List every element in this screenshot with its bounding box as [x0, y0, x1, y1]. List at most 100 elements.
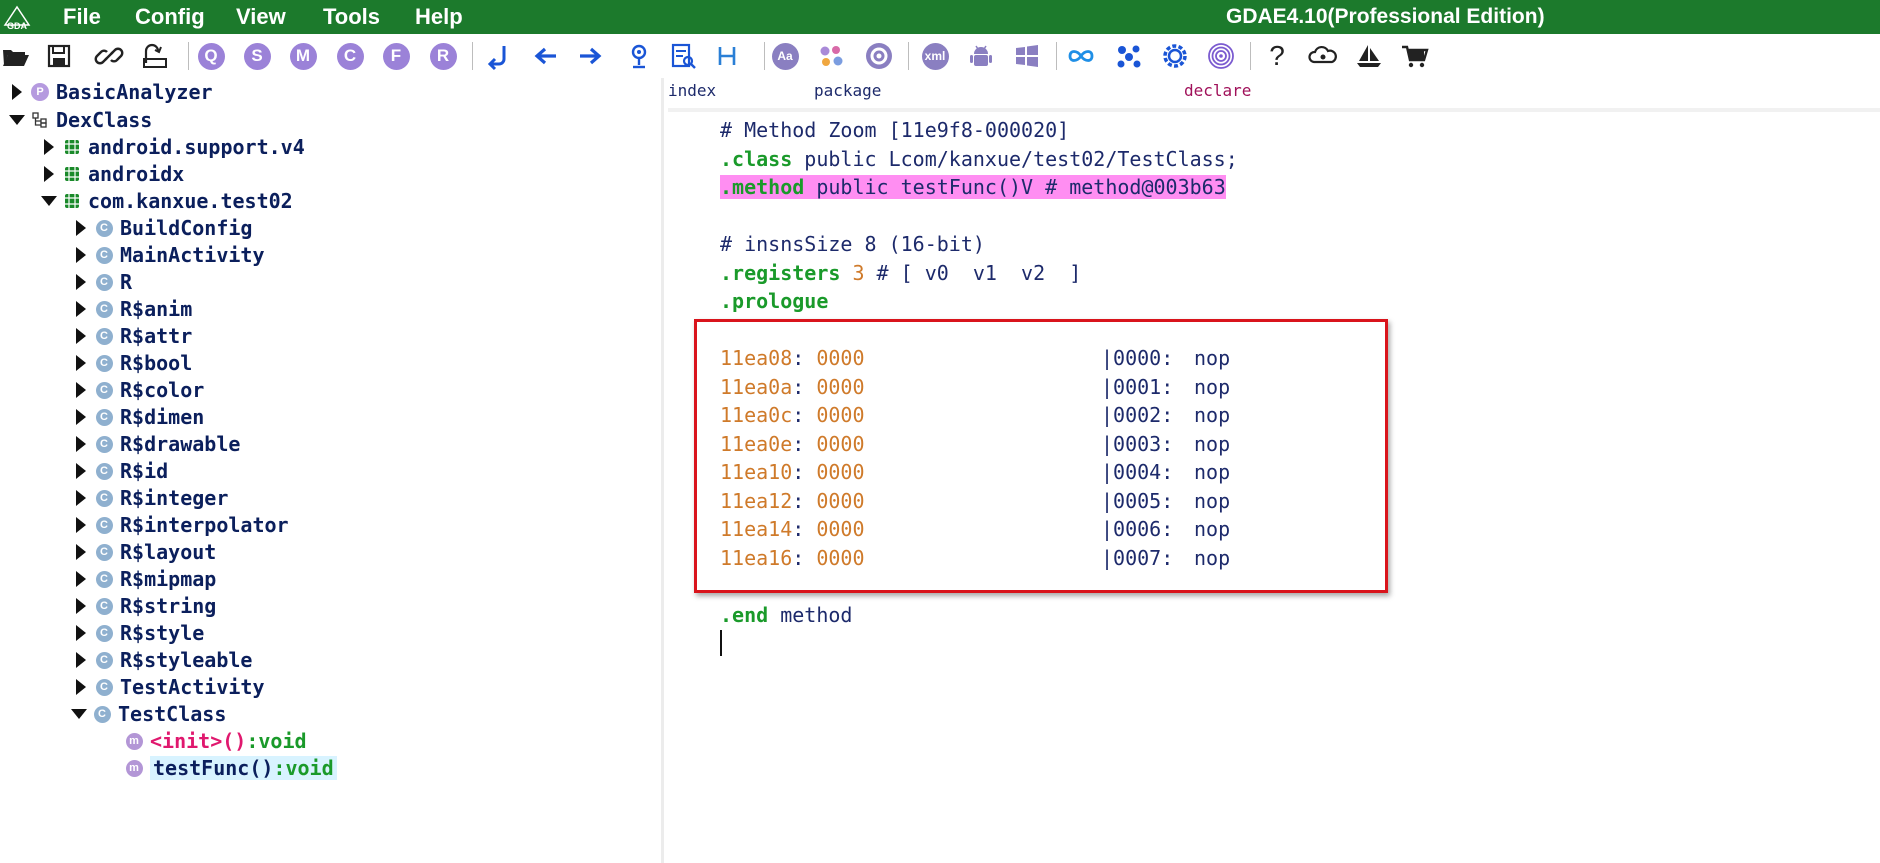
expand-arrow-icon[interactable]: [72, 408, 90, 426]
search-q-icon[interactable]: Q: [196, 41, 226, 71]
tree-node-package[interactable]: androidx: [40, 161, 184, 187]
tree-node-class[interactable]: C R$interpolator: [72, 512, 289, 538]
menu-tools[interactable]: Tools: [323, 4, 380, 30]
search-r-icon[interactable]: R: [428, 41, 458, 71]
search-f-icon[interactable]: F: [381, 41, 411, 71]
menu-view[interactable]: View: [236, 4, 286, 30]
class-icon: C: [95, 408, 113, 426]
tree-node-label: R$string: [120, 594, 217, 618]
toolbar-separator: [1056, 42, 1057, 70]
tree-node-package[interactable]: android.support.v4: [40, 134, 305, 160]
expand-arrow-icon[interactable]: [72, 381, 90, 399]
expand-arrow-icon[interactable]: [40, 138, 58, 156]
help-icon[interactable]: ?: [1262, 40, 1292, 71]
tree-node-class[interactable]: C R$drawable: [72, 431, 240, 457]
expand-arrow-icon[interactable]: [72, 273, 90, 291]
tree-node-class[interactable]: CR: [72, 269, 132, 295]
tree-node-class[interactable]: C TestActivity: [72, 674, 265, 700]
column-header-index[interactable]: index: [668, 78, 803, 108]
collapse-arrow-icon[interactable]: [8, 111, 26, 129]
tree-node-class[interactable]: C R$dimen: [72, 404, 204, 430]
panel-splitter[interactable]: [661, 78, 664, 863]
expand-arrow-icon[interactable]: [72, 624, 90, 642]
expand-arrow-icon[interactable]: [72, 543, 90, 561]
infinity-icon[interactable]: [1066, 41, 1096, 71]
header-h-icon[interactable]: [713, 41, 743, 71]
network-graph-icon[interactable]: [1114, 41, 1144, 71]
expand-arrow-icon[interactable]: [8, 83, 26, 101]
tree-node-method-init[interactable]: m <init>():void: [122, 728, 307, 754]
tree-node-class[interactable]: C R$style: [72, 620, 204, 646]
column-header-declare[interactable]: declare: [1184, 78, 1874, 108]
xml-icon[interactable]: xml: [920, 41, 950, 71]
search-s-icon[interactable]: S: [242, 41, 272, 71]
tree-node-class[interactable]: C R$mipmap: [72, 566, 216, 592]
tree-node-class[interactable]: C R$id: [72, 458, 168, 484]
search-c-icon[interactable]: C: [335, 41, 365, 71]
settings-gear-icon[interactable]: [864, 41, 894, 71]
expand-arrow-icon[interactable]: [72, 435, 90, 453]
expand-arrow-icon[interactable]: [40, 165, 58, 183]
document-search-icon[interactable]: [668, 41, 698, 71]
collapse-arrow-icon[interactable]: [40, 192, 58, 210]
expand-arrow-icon[interactable]: [72, 651, 90, 669]
column-label: package: [814, 81, 882, 100]
column-label: declare: [1184, 81, 1252, 100]
package-icon: [62, 164, 82, 184]
header-divider: [668, 108, 1880, 112]
expand-arrow-icon[interactable]: [72, 354, 90, 372]
forward-arrow-icon[interactable]: [576, 41, 606, 71]
expand-arrow-icon[interactable]: [72, 570, 90, 588]
search-m-icon[interactable]: M: [288, 41, 318, 71]
expand-arrow-icon[interactable]: [72, 489, 90, 507]
bookmark-person-icon[interactable]: [624, 41, 654, 71]
expand-arrow-icon[interactable]: [72, 597, 90, 615]
link-icon[interactable]: [94, 41, 124, 71]
tree-node-class[interactable]: C R$string: [72, 593, 216, 619]
back-arrow-icon[interactable]: [530, 41, 560, 71]
tree-node-method-selected[interactable]: m testFunc():void: [122, 755, 337, 781]
windows-icon[interactable]: [1012, 41, 1042, 71]
toolbar-separator: [764, 42, 765, 70]
expand-arrow-icon[interactable]: [72, 300, 90, 318]
tree-node-class[interactable]: C R$layout: [72, 539, 216, 565]
refresh-document-icon[interactable]: [140, 41, 170, 71]
tree-node-basic-analyzer[interactable]: P BasicAnalyzer: [8, 79, 213, 105]
jump-icon[interactable]: [484, 41, 514, 71]
cloud-eye-icon[interactable]: [1308, 41, 1338, 71]
collapse-arrow-icon[interactable]: [70, 705, 88, 723]
tree-node-class[interactable]: C R$styleable: [72, 647, 252, 673]
expand-arrow-icon[interactable]: [72, 327, 90, 345]
tree-node-label: BuildConfig: [120, 216, 253, 240]
expand-arrow-icon[interactable]: [72, 246, 90, 264]
open-folder-icon[interactable]: [0, 41, 30, 71]
tree-node-dexclass[interactable]: DexClass: [8, 107, 152, 133]
tree-node-class[interactable]: C R$bool: [72, 350, 192, 376]
tree-node-class[interactable]: C R$attr: [72, 323, 192, 349]
string-aa-icon[interactable]: Aa: [770, 41, 800, 71]
text-cursor: [720, 630, 722, 656]
tree-node-package[interactable]: com.kanxue.test02: [40, 188, 293, 214]
expand-arrow-icon[interactable]: [72, 462, 90, 480]
expand-arrow-icon[interactable]: [72, 219, 90, 237]
fingerprint-icon[interactable]: [1206, 41, 1236, 71]
cog-outline-icon[interactable]: [1160, 41, 1190, 71]
android-icon[interactable]: [966, 41, 996, 71]
tree-node-class[interactable]: C MainActivity: [72, 242, 265, 268]
tree-node-class[interactable]: C R$color: [72, 377, 204, 403]
tree-node-class[interactable]: C BuildConfig: [72, 215, 252, 241]
shopping-cart-icon[interactable]: [1400, 41, 1430, 71]
tree-node-label: androidx: [88, 162, 185, 186]
tree-node-class-open[interactable]: C TestClass: [70, 701, 226, 727]
tree-node-class[interactable]: C R$anim: [72, 296, 192, 322]
expand-arrow-icon[interactable]: [72, 516, 90, 534]
cluster-dots-icon[interactable]: [816, 41, 846, 71]
sailboat-icon[interactable]: [1354, 41, 1384, 71]
menu-config[interactable]: Config: [135, 4, 205, 30]
menu-help[interactable]: Help: [415, 4, 463, 30]
save-icon[interactable]: [44, 41, 74, 71]
tree-node-class[interactable]: C R$integer: [72, 485, 228, 511]
column-header-package[interactable]: package: [814, 78, 1174, 108]
menu-file[interactable]: File: [63, 4, 101, 30]
expand-arrow-icon[interactable]: [72, 678, 90, 696]
